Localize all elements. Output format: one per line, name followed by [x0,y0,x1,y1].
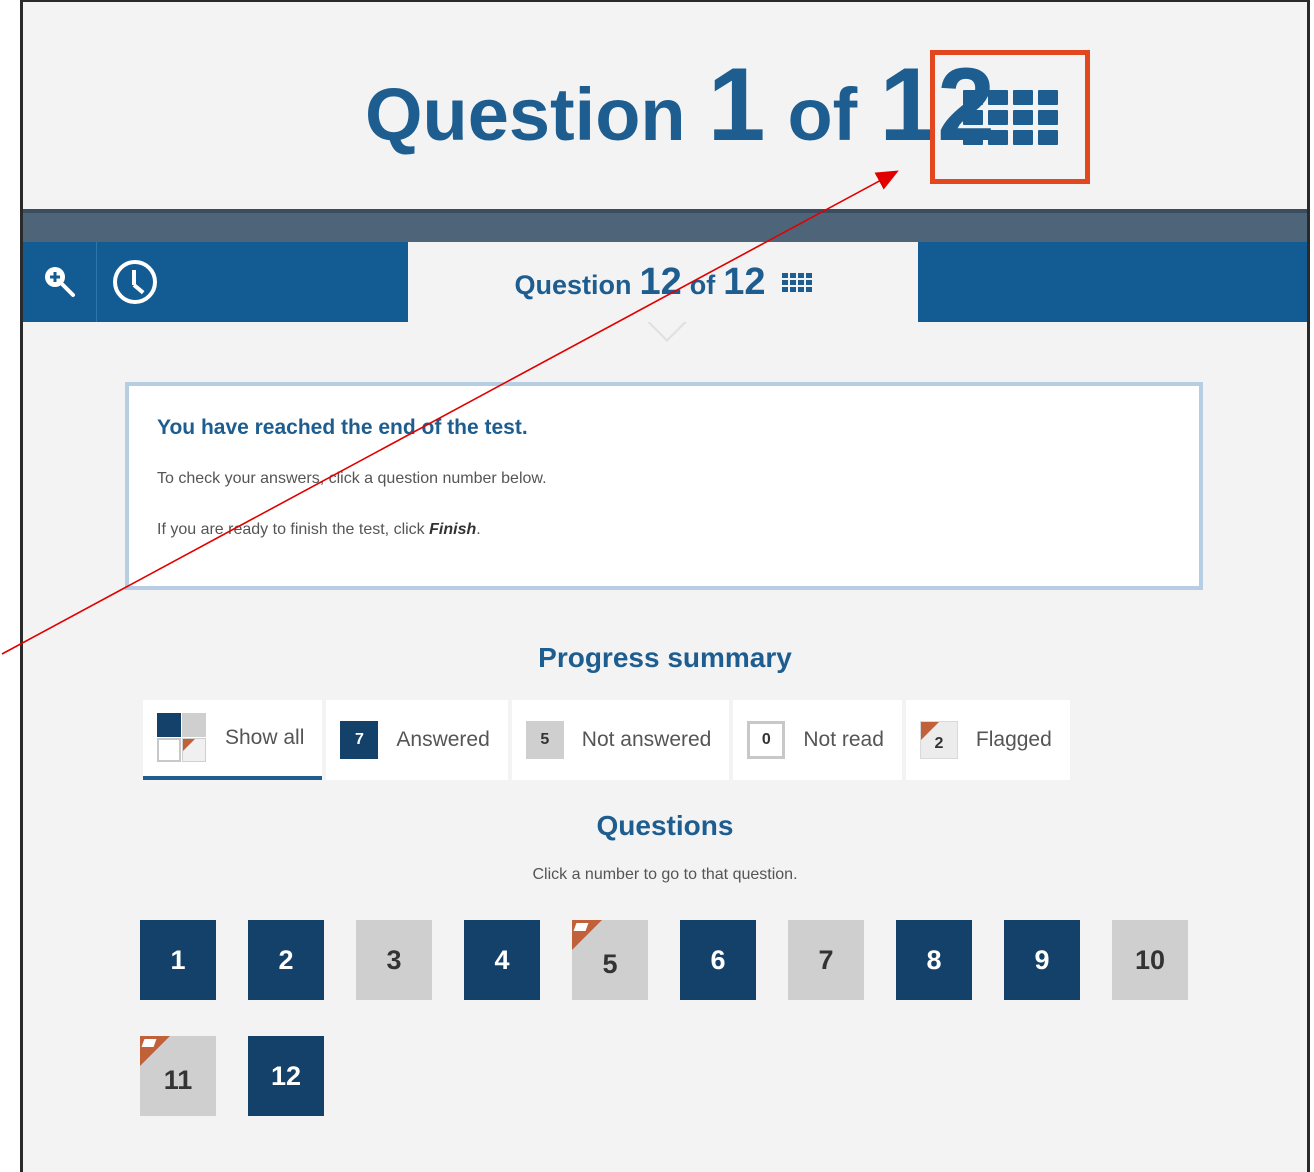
grid-icon [962,89,1058,145]
question-tile-12[interactable]: 12 [248,1036,324,1116]
question-number: 4 [494,944,510,975]
question-tile-3[interactable]: 3 [356,920,432,1000]
zoomed-current-number: 1 [707,47,766,163]
question-tile-10[interactable]: 10 [1112,920,1188,1000]
message-title: You have reached the end of the test. [157,416,528,439]
question-number: 5 [602,948,618,979]
question-navigator-tab[interactable]: Question 12 of 12 [408,242,918,322]
app-window: Question 1 of 12 Question 12 of 12 You h… [20,0,1310,1172]
not-answered-count-badge: 5 [525,721,564,759]
message-line-check: To check your answers, click a question … [157,470,547,487]
question-tile-4[interactable]: 4 [464,920,540,1000]
question-tile-7[interactable]: 7 [788,920,864,1000]
zoomed-question-counter: Question 1 of 12 [365,46,995,165]
zoomed-of-word: of [787,73,858,156]
flag-icon [572,920,602,950]
tab-pointer [647,321,687,342]
flagged-count-badge: 2 [919,721,958,759]
filter-show-all[interactable]: Show all [143,700,323,780]
zoomed-question-header: Question 1 of 12 [23,2,1307,209]
filter-label: Show all [225,726,305,749]
show-all-icon [157,713,207,763]
finish-prefix: If you are ready to finish the test, cli… [157,521,430,538]
question-number: 6 [710,944,726,975]
question-number: 11 [163,1064,193,1095]
question-tile-1[interactable]: 1 [140,920,216,1000]
tab-of-word: of [689,269,716,300]
filter-label: Answered [396,728,490,751]
tab-question-counter: Question 12 of 12 [514,260,812,304]
filter-label: Not answered [581,728,712,751]
question-tile-2[interactable]: 2 [248,920,324,1000]
question-number: 3 [386,944,402,975]
clock-icon [113,260,157,304]
message-line-finish: If you are ready to finish the test, cli… [157,521,1171,539]
timer-button[interactable] [97,242,173,322]
tab-total-number: 12 [723,260,766,303]
question-number: 2 [278,944,294,975]
answered-count-badge: 7 [340,721,379,759]
filter-label: Flagged [975,728,1052,751]
finish-suffix: . [476,521,481,538]
not-read-count-badge: 0 [747,721,786,759]
question-number: 8 [926,944,942,975]
tab-current-number: 12 [639,260,682,303]
flag-icon [920,722,939,740]
end-of-test-message: You have reached the end of the test. To… [125,382,1203,590]
filter-label: Not read [803,728,884,751]
question-tile-11[interactable]: 11 [140,1036,216,1116]
filter-not-read[interactable]: 0 Not read [733,700,902,780]
filter-not-answered[interactable]: 5 Not answered [511,700,730,780]
flag-icon [140,1036,170,1066]
finish-word: Finish [429,521,477,538]
zoom-button[interactable] [23,242,97,322]
question-tiles: 1 2 3 4 5 6 7 8 9 10 11 12 [140,920,1210,1116]
question-tile-9[interactable]: 9 [1004,920,1080,1000]
question-tile-6[interactable]: 6 [680,920,756,1000]
zoomed-question-word: Question [364,73,686,156]
question-number: 10 [1134,944,1166,975]
divider-band [23,209,1307,242]
grid-icon [781,272,812,292]
question-tile-8[interactable]: 8 [896,920,972,1000]
progress-summary-title: Progress summary [538,642,792,673]
questions-title: Questions [596,810,734,841]
progress-filters: Show all 7 Answered 5 Not answered 0 Not… [143,700,1070,780]
filter-answered[interactable]: 7 Answered [326,700,508,780]
zoom-in-icon [44,267,75,297]
questions-instruction: Click a number to go to that question. [532,866,798,883]
highlighted-grid-button[interactable] [930,50,1090,184]
question-number: 9 [1034,944,1050,975]
tab-question-word: Question [514,269,632,300]
question-tile-5[interactable]: 5 [572,920,648,1000]
filter-flagged[interactable]: 2 Flagged [905,700,1070,780]
toolbar: Question 12 of 12 [23,242,1307,322]
question-number: 1 [170,944,186,975]
question-number: 7 [818,944,834,975]
question-number: 12 [270,1060,302,1091]
